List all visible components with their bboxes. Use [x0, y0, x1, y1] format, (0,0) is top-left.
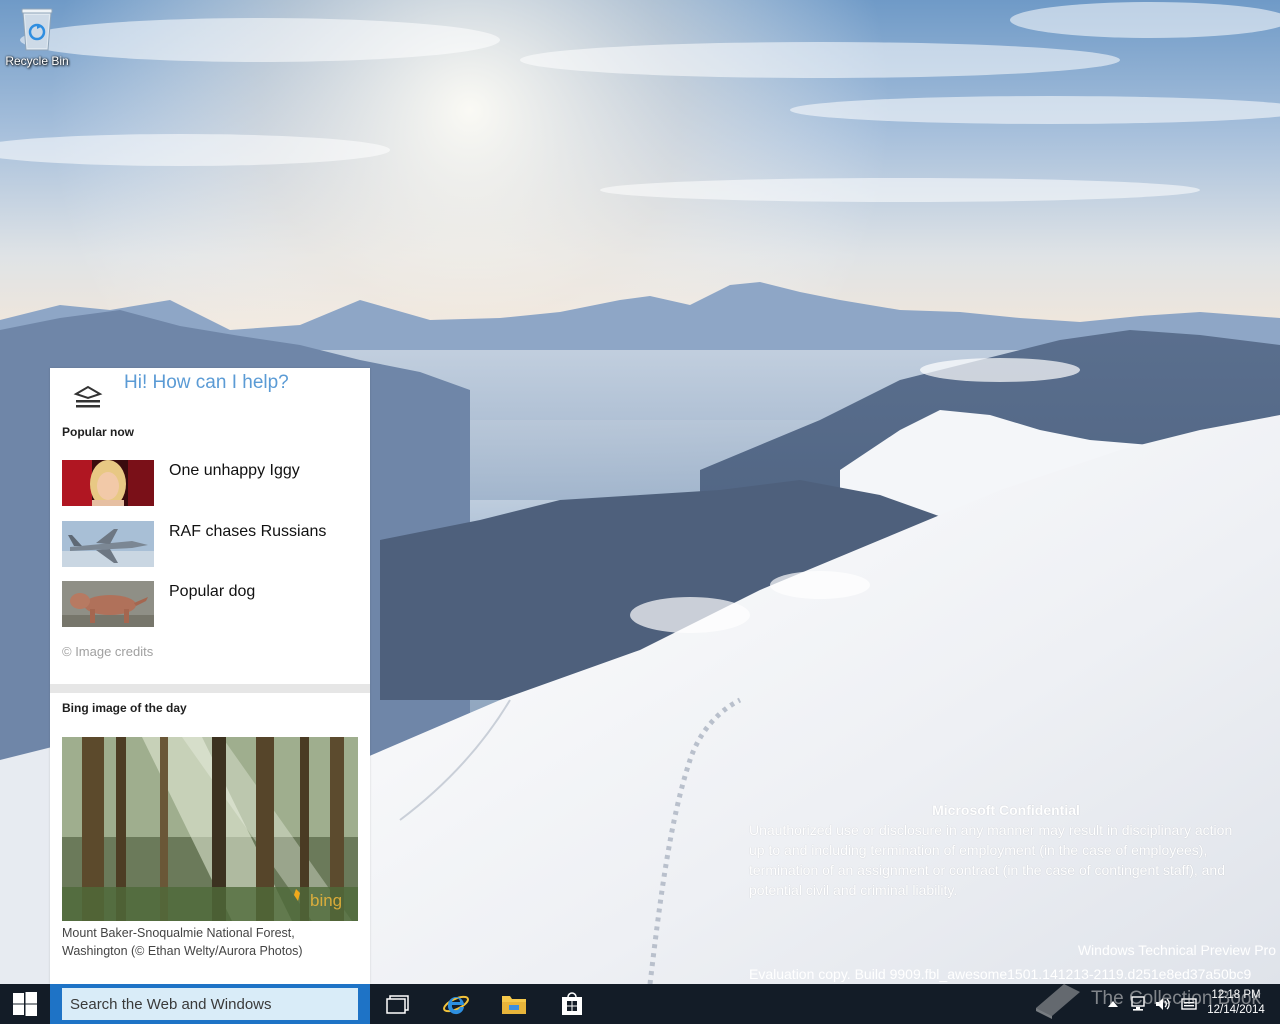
internet-explorer-icon	[443, 995, 469, 1015]
news-item[interactable]: RAF chases Russians	[62, 521, 358, 567]
section-divider	[50, 684, 370, 693]
notebook-icon[interactable]	[72, 384, 104, 410]
watermark-title: Microsoft Confidential	[932, 802, 1080, 818]
image-credits-link[interactable]: © Image credits	[62, 644, 153, 659]
volume-icon[interactable]	[1154, 995, 1172, 1013]
recycle-bin-label: Recycle Bin	[5, 54, 69, 68]
cortana-greeting: Hi! How can I help?	[124, 372, 289, 393]
news-title: RAF chases Russians	[169, 523, 327, 540]
clock[interactable]: 12:18 PM 12/14/2014	[1206, 988, 1266, 1018]
clock-time: 12:18 PM	[1211, 989, 1261, 1001]
news-thumbnail	[62, 581, 154, 627]
internet-explorer-button[interactable]	[432, 984, 480, 1024]
recycle-bin-icon	[21, 8, 53, 51]
watermark-line: termination of an assignment or contract…	[749, 862, 1226, 878]
search-box	[50, 984, 370, 1024]
confidential-watermark: Microsoft Confidential Unauthorized use …	[749, 800, 1269, 900]
bing-image-caption: Mount Baker-Snoqualmie National Forest, …	[62, 926, 303, 958]
start-button[interactable]	[0, 984, 50, 1024]
news-item[interactable]: One unhappy Iggy	[62, 460, 358, 506]
news-thumbnail	[62, 460, 154, 506]
clock-date: 12/14/2014	[1207, 1004, 1265, 1016]
edition-label: Windows Technical Preview Pro	[1077, 942, 1276, 958]
windows-logo-icon	[13, 992, 37, 1016]
watermark-line: potential civil and criminal liability.	[749, 882, 958, 898]
windows-store-icon	[562, 992, 582, 1015]
bing-logo: bing	[310, 891, 343, 910]
news-title: Popular dog	[169, 583, 256, 600]
woman-portrait-icon	[62, 460, 154, 506]
news-thumbnail	[62, 521, 154, 567]
brown-dog-icon	[62, 581, 154, 627]
watermark-line: up to and including termination of emplo…	[749, 842, 1208, 858]
cortana-header: Hi! How can I help?	[50, 368, 370, 422]
file-explorer-button[interactable]	[490, 984, 538, 1024]
bing-image-heading: Bing image of the day	[62, 701, 187, 715]
cortana-panel: Hi! How can I help? Popular now One unha…	[50, 368, 370, 984]
news-item[interactable]: Popular dog	[62, 581, 358, 627]
file-explorer-icon	[502, 996, 526, 1014]
watermark-line: Unauthorized use or disclosure in any ma…	[749, 822, 1233, 838]
network-icon[interactable]	[1130, 995, 1148, 1013]
recycle-bin-shortcut[interactable]: Recycle Bin	[4, 6, 70, 68]
task-view-button[interactable]	[374, 984, 422, 1024]
fighter-jet-icon	[62, 521, 154, 567]
windows-store-button[interactable]	[548, 984, 596, 1024]
build-label: Evaluation copy. Build 9909.fbl_awesome1…	[749, 966, 1252, 982]
taskbar: 12:18 PM 12/14/2014	[0, 984, 1280, 1024]
show-hidden-icons-icon[interactable]	[1104, 995, 1122, 1013]
task-view-icon	[386, 995, 409, 1014]
search-input[interactable]	[62, 988, 358, 1020]
popular-now-heading: Popular now	[62, 425, 134, 439]
notifications-icon[interactable]	[1180, 995, 1198, 1013]
bing-image-of-the-day[interactable]: bing	[62, 737, 358, 921]
news-title: One unhappy Iggy	[169, 462, 300, 479]
